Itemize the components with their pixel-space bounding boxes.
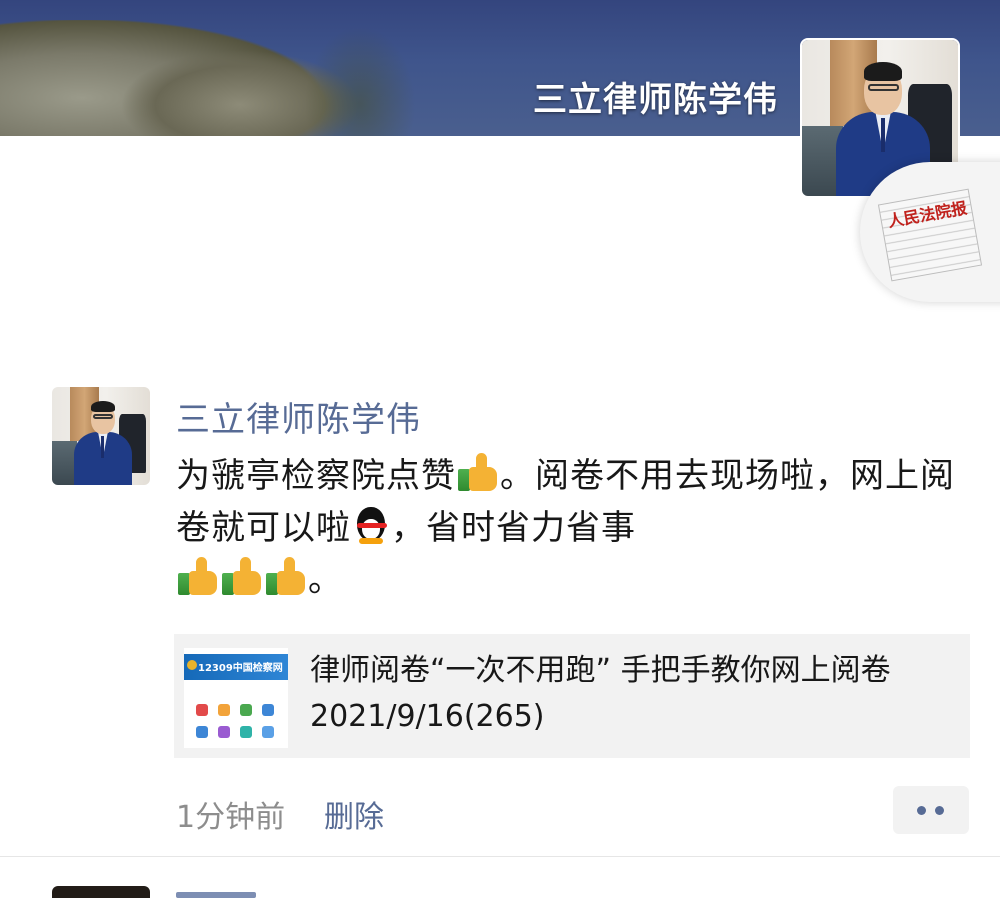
- post-timestamp: 1分钟前: [176, 800, 286, 835]
- next-post-author-name[interactable]: [176, 892, 256, 898]
- post-author-avatar[interactable]: [52, 387, 150, 485]
- newspaper-icon: 人民法院报: [877, 188, 983, 282]
- more-dots-icon: [917, 806, 926, 815]
- app-icon: [196, 704, 208, 716]
- penguin-icon: [351, 505, 391, 545]
- thumbs-up-icon: [220, 557, 264, 597]
- shared-link-card[interactable]: 12309中国检察网 律师阅卷“一次不用跑” 手把手教你网上阅卷 2021/9/…: [174, 634, 970, 758]
- thumbs-up-icon: [456, 453, 500, 493]
- app-icon: [240, 704, 252, 716]
- moments-page: 三立律师陈学伟 人民法院报 三立律师陈学伟 为虢亭检察院点赞 。阅卷不用去现场啦，…: [0, 0, 1000, 898]
- shared-link-title: 律师阅卷“一次不用跑” 手把手教你网上阅卷 2021/9/16(265): [310, 653, 891, 734]
- post-text-part: 。: [308, 560, 343, 600]
- app-icon: [196, 726, 208, 738]
- post-divider: [0, 856, 1000, 857]
- app-icon: [218, 704, 230, 716]
- more-actions-button[interactable]: [893, 786, 969, 834]
- emblem-icon: [187, 660, 197, 670]
- next-post-avatar[interactable]: [52, 886, 150, 898]
- newspaper-title: 人民法院报: [886, 198, 969, 231]
- thumbs-up-icon: [264, 557, 308, 597]
- post-author-name[interactable]: 三立律师陈学伟: [176, 392, 421, 441]
- app-icon: [262, 704, 274, 716]
- app-icon: [262, 726, 274, 738]
- app-icon: [218, 726, 230, 738]
- cover-grass: [300, 20, 420, 136]
- delete-button[interactable]: 删除: [324, 792, 384, 836]
- thumbnail-banner-text: 12309中国检察网: [198, 663, 283, 674]
- app-icon: [240, 726, 252, 738]
- floating-article-badge[interactable]: 人民法院报: [860, 162, 1000, 302]
- post-text: 为虢亭检察院点赞 。阅卷不用去现场啦，网上阅卷就可以啦 ，省时省力省事。: [176, 450, 966, 606]
- more-dots-icon: [935, 806, 944, 815]
- shared-link-thumbnail: 12309中国检察网: [184, 648, 288, 748]
- avatar-photo: [52, 387, 150, 485]
- profile-display-name: 三立律师陈学伟: [533, 80, 778, 120]
- post-text-part: ，省时省力省事: [391, 508, 636, 548]
- post-text-part: 为虢亭检察院点赞: [176, 456, 456, 496]
- thumbs-up-icon: [176, 557, 220, 597]
